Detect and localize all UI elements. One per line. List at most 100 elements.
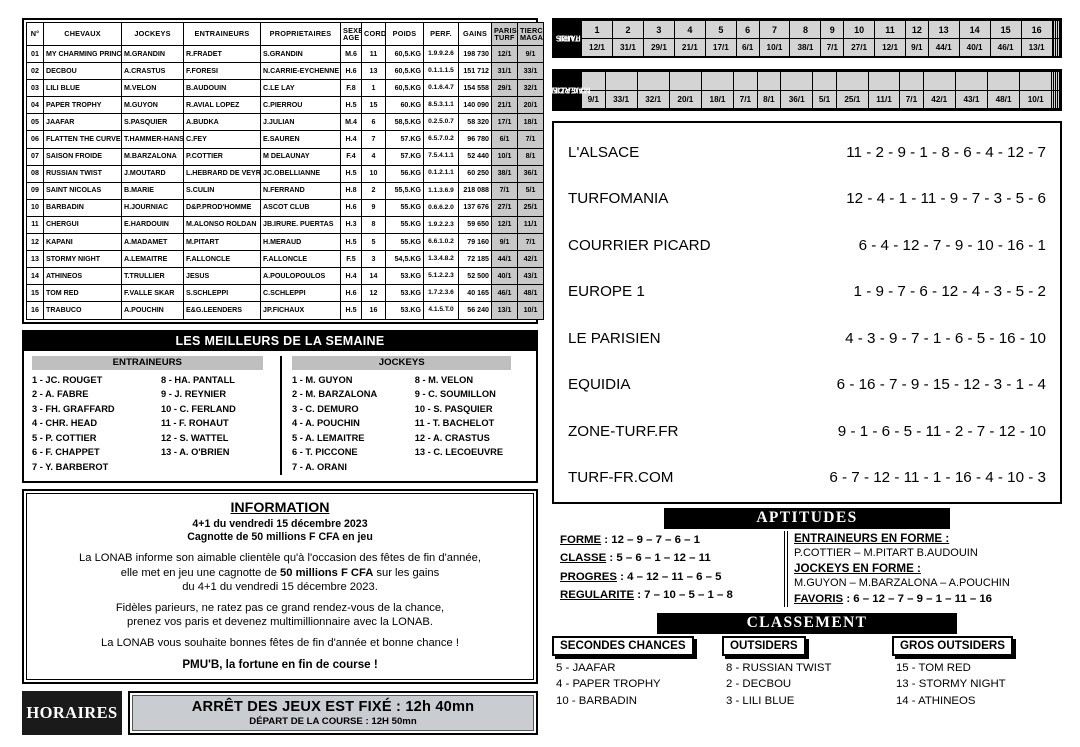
jockeys-in-form-value: M.GUYON – M.BARZALONA – A.POUCHIN — [794, 577, 1010, 589]
aptitude-regularite: REGULARITE : 7 – 10 – 5 – 1 – 8 — [560, 586, 784, 604]
information-p1-line2a: elle met en jeu une cagnotte de — [120, 566, 281, 579]
list-item: 10 - BARBADIN — [556, 694, 638, 707]
table-row[interactable]: 09 SAINT NICOLAS B.MARIE S.CULIN N.FERRAND H.… — [26, 181, 544, 200]
runner-trainer: M.ALONSO ROLDAN — [183, 215, 261, 235]
runner-paris-turf-odds: 40/1 — [491, 267, 518, 286]
runners-table: N° CHEVAUX JOCKEYS ENTRAINEURS PROPRIETA… — [26, 22, 544, 320]
runner-tierce-odds: 36/1 — [517, 164, 544, 183]
tierce-magazine-top-cell — [1019, 71, 1053, 91]
runner-paris-turf-odds: 46/1 — [491, 284, 518, 303]
runner-paris-turf-odds: 29/1 — [491, 79, 518, 98]
best-of-week-body: ENTRAINEURS 1 - JC. ROUGET 2 - A. FABRE 3 … — [24, 351, 536, 481]
best-trainer-item: 11 - F. ROHAUT — [160, 418, 229, 429]
pronostic-source: ZONE-TURF.FR — [568, 422, 679, 440]
col-header-earnings: GAINS — [458, 22, 492, 46]
schedule-race-start: DÉPART DE LA COURSE : 12H 50mn — [249, 715, 417, 727]
runner-sex-age: M.6 — [340, 44, 362, 64]
paris-turf-odds-cell: 40/1 — [958, 38, 991, 57]
aptitude-regularite-label: REGULARITE — [560, 589, 635, 602]
tierce-magazine-odds-cell: 10/1 — [1019, 89, 1053, 109]
runner-trainer: C.FEY — [183, 130, 261, 149]
table-row[interactable]: 05 JAAFAR S.PASQUIER A.BUDKA J.JULIAN M.4 6 58,… — [26, 113, 544, 132]
best-jockeys-list-1: 1 - M. GUYON 2 - M. BARZALONA 3 - C. DEMUR… — [292, 373, 415, 475]
runner-trainer: R.FRADET — [183, 44, 261, 64]
pronostic-picks: 6 - 7 - 12 - 11 - 1 - 16 - 4 - 10 - 3 — [829, 469, 1046, 487]
table-row[interactable]: 01 MY CHARMING PRINCE M.GRANDIN R.FRADET S.G… — [26, 44, 544, 64]
classement-column: OUTSIDERS 8 - RUSSIAN TWIST 2 - DECBOU 3 - … — [721, 636, 892, 709]
runner-tierce-odds: 18/1 — [517, 113, 544, 132]
aptitude-forme-value: : 12 – 9 – 7 – 6 – 1 — [601, 534, 700, 546]
table-row[interactable]: 11 CHERGUI E.HARDOUIN M.ALONSO ROLDAN JB.IRU… — [26, 215, 544, 235]
col-header-paris-turf: PARIS TURF — [491, 22, 518, 46]
runner-earnings: 137 676 — [458, 198, 492, 217]
runner-performance: 5.1.2.2.3 — [423, 267, 459, 286]
table-row[interactable]: 16 TRABUCO A.POUCHIN E&G.LEENDERS JP.FICHAUX… — [26, 301, 544, 320]
runner-tierce-odds: 48/1 — [517, 284, 544, 303]
runner-weight: 60,5.KG — [385, 44, 424, 64]
table-row[interactable]: 04 PAPER TROPHY M.GUYON R.AVIAL LOPEZ C.PIER… — [26, 96, 544, 115]
runner-trainer: S.SCHLEPPI — [183, 284, 261, 303]
runner-jockey: M.VELON — [121, 79, 184, 98]
best-trainer-item: 7 - Y. BARBEROT — [32, 462, 109, 473]
table-row[interactable]: 06FLATTEN THE CURVET.HAMMER-HANSENC.FEYE… — [26, 130, 544, 149]
runner-earnings: 154 558 — [458, 79, 492, 98]
paris-turf-numbers-row: 1 2 3 4 5 6 7 8 9 10 11 12 13 14 15 16 — [581, 20, 1060, 39]
runner-owner: M DELAUNAY — [260, 147, 341, 166]
runner-sex-age: H.3 — [340, 215, 362, 235]
runner-draw: 3 — [361, 250, 386, 269]
paris-turf-number-cell: 9 — [820, 20, 845, 39]
table-row[interactable]: 03 LILI BLUE M.VELON B.AUDOUIN C.LE LAY F.8 1 6… — [26, 79, 544, 98]
runner-draw: 10 — [361, 164, 386, 183]
best-jockey-item: 9 - C. SOUMILLON — [414, 389, 496, 400]
runner-jockey: J.MOUTARD — [121, 164, 184, 183]
runner-number: 15 — [26, 284, 44, 303]
tierce-magazine-top-cell — [986, 71, 1021, 91]
runner-sex-age: F.5 — [340, 250, 362, 269]
runner-owner: JC.OBELLIANNE — [260, 164, 341, 183]
runner-draw: 4 — [361, 147, 386, 166]
runner-number: 13 — [26, 250, 44, 269]
list-item: 5 - JAAFAR — [556, 662, 616, 674]
paris-turf-odds-cell — [1057, 38, 1060, 57]
pronostic-source: LE PARISIEN — [568, 329, 661, 347]
tierce-magazine-odds-cell: 25/1 — [835, 89, 869, 109]
runner-trainer: B.AUDOUIN — [183, 79, 261, 98]
best-trainer-item: 13 - A. O'BRIEN — [160, 447, 230, 458]
runner-performance: 1.1.3.6.9 — [423, 181, 459, 200]
best-jockey-item: 11 - T. BACHELOT — [414, 418, 495, 429]
runner-jockey: T.HAMMER-HANSEN — [121, 130, 184, 149]
runner-trainer: D&P.PROD'HOMME — [183, 198, 261, 217]
paris-turf-number-cell — [1057, 20, 1060, 39]
runner-horse: TRABUCO — [43, 301, 122, 320]
runner-tierce-odds: 10/1 — [517, 301, 544, 320]
runner-jockey: T.TRULLIER — [121, 267, 184, 286]
best-trainer-item: 3 - FH. GRAFFARD — [32, 403, 115, 414]
table-row[interactable]: 02 DECBOU A.CRASTUS F.FORESI N.CARRIE-EYCHEN… — [26, 62, 544, 81]
table-row[interactable]: 12 KAPANI A.MADAMET M.PITART H.MERAUD H.5 5 55.… — [26, 233, 544, 252]
col-header-tierce-magazine: TIERCE MAGAZINE — [517, 22, 544, 46]
table-row[interactable]: 07 SAISON FROIDE M.BARZALONA P.COTTIER M DEL… — [26, 147, 544, 166]
paris-turf-odds-cell: 17/1 — [704, 38, 737, 57]
runner-number: 07 — [26, 147, 44, 166]
classement-column-heading: OUTSIDERS — [721, 636, 806, 656]
tierce-magazine-grid-label: TIERCE MAGAZINE — [545, 71, 590, 109]
runner-trainer: L.HEBRARD DE VEYRINAS — [183, 164, 261, 183]
table-row[interactable]: 10 BARBADIN H.JOURNIAC D&P.PROD'HOMME ASCOT … — [26, 198, 544, 217]
right-column: PARIS TURF 1 2 3 4 5 6 7 8 9 10 11 12 13 14 15 16 12/1 3… — [545, 18, 1062, 709]
paris-turf-number-cell: 6 — [735, 20, 760, 39]
table-row[interactable]: 13 STORMY NIGHT A.LEMAITRE F.ALLONCLE F.ALLO… — [26, 250, 544, 269]
best-trainers-heading: ENTRAINEURS — [32, 355, 263, 370]
paris-turf-odds-cell: 31/1 — [611, 38, 644, 57]
aptitudes-right: ENTRAINEURS EN FORME : P.COTTIER – M.PIT… — [784, 531, 1062, 607]
paris-turf-number-cell: 4 — [673, 20, 706, 39]
table-row[interactable]: 14 ATHINEOS T.TRULLIER JESUS A.POULOPOULOS H.… — [26, 267, 544, 286]
paris-turf-odds-cell: 38/1 — [789, 38, 822, 57]
runner-draw: 16 — [361, 301, 386, 320]
best-jockey-item: 12 - A. CRASTUS — [414, 432, 490, 443]
runner-number: 09 — [26, 181, 44, 200]
table-row[interactable]: 08 RUSSIAN TWIST J.MOUTARD L.HEBRARD DE VEY… — [26, 164, 544, 183]
table-row[interactable]: 15 TOM RED F.VALLE SKAR S.SCHLEPPI C.SCHLEPP… — [26, 284, 544, 303]
list-item: 4 - PAPER TROPHY — [556, 678, 661, 691]
pronostic-source: EUROPE 1 — [568, 283, 645, 301]
runner-horse: CHERGUI — [43, 215, 122, 235]
